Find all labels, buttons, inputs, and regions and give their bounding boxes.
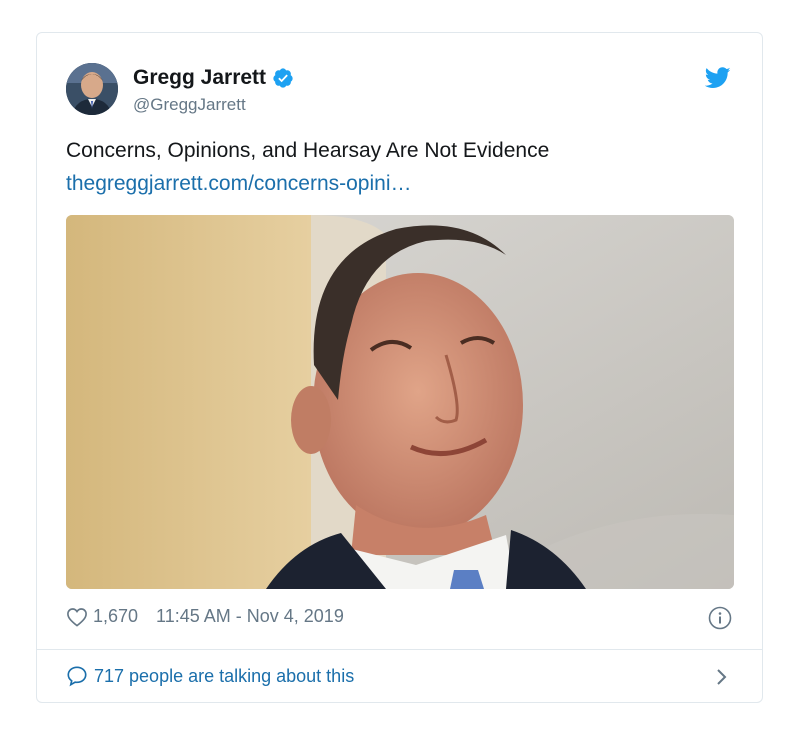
tweet-card: Gregg Jarrett @GreggJarrett Concerns, Op… bbox=[36, 32, 763, 703]
author-handle[interactable]: @GreggJarrett bbox=[133, 95, 246, 115]
author-name[interactable]: Gregg Jarrett bbox=[133, 66, 266, 90]
twitter-bird-icon[interactable] bbox=[705, 67, 731, 89]
conversation-text[interactable]: 717 people are talking about this bbox=[94, 666, 354, 687]
info-icon[interactable] bbox=[708, 606, 732, 630]
tweet-photo[interactable] bbox=[66, 215, 734, 589]
author-avatar[interactable] bbox=[66, 63, 118, 115]
tweet-link[interactable]: thegreggjarrett.com/concerns-opini… bbox=[66, 172, 412, 196]
tweet-meta: 1,670 11:45 AM - Nov 4, 2019 bbox=[66, 606, 344, 627]
heart-icon[interactable] bbox=[66, 607, 88, 627]
like-count[interactable]: 1,670 bbox=[93, 606, 138, 627]
photo-image bbox=[66, 215, 734, 589]
speech-bubble-icon bbox=[67, 666, 87, 687]
avatar-image bbox=[66, 63, 118, 115]
tweet-text: Concerns, Opinions, and Hearsay Are Not … bbox=[66, 139, 550, 162]
verified-badge-icon bbox=[273, 68, 293, 88]
card-divider bbox=[37, 649, 762, 650]
conversation-link[interactable]: 717 people are talking about this bbox=[66, 665, 354, 687]
author-name-row: Gregg Jarrett bbox=[133, 66, 294, 90]
tweet-timestamp[interactable]: 11:45 AM - Nov 4, 2019 bbox=[156, 606, 344, 627]
chevron-right-icon[interactable] bbox=[715, 666, 729, 688]
